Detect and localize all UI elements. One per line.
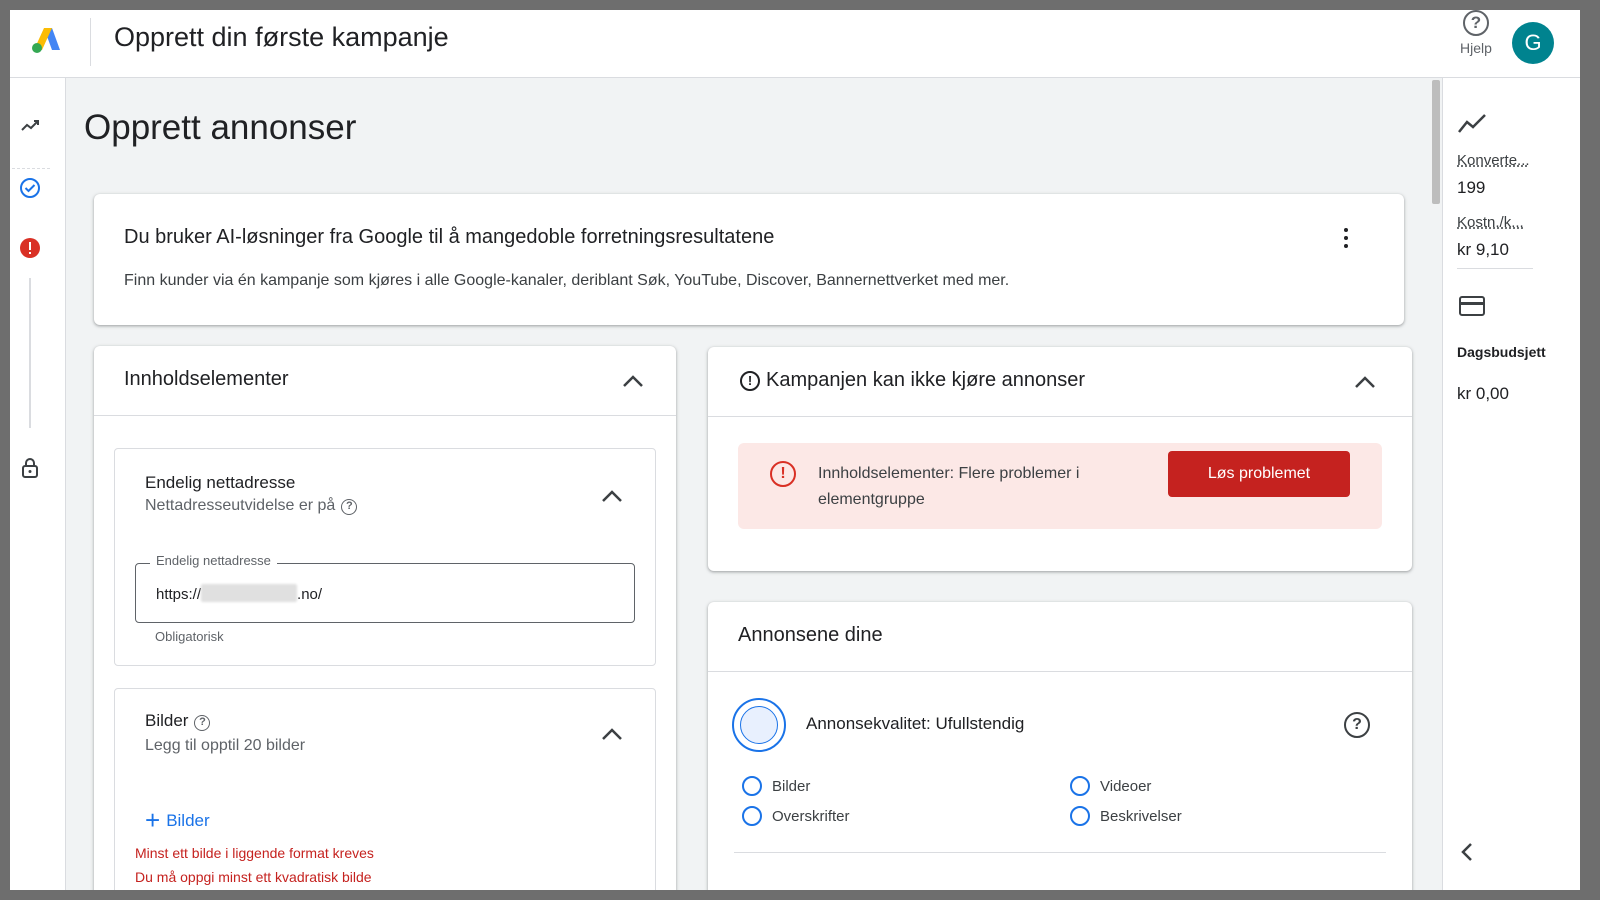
image-error-square: Du må oppgi minst ett kvadratisk bilde xyxy=(135,869,372,885)
trend-line-icon xyxy=(1458,114,1486,133)
images-subtitle: Legg til opptil 20 bilder xyxy=(145,737,306,754)
top-bar: Opprett din første kampanje ? Hjelp G xyxy=(10,10,1580,78)
main-scrollbar[interactable] xyxy=(1430,78,1442,890)
chevron-up-icon[interactable] xyxy=(1354,375,1376,389)
check-circle-icon[interactable] xyxy=(18,176,42,200)
main-content: Opprett annonser Du bruker AI-løsninger … xyxy=(66,78,1430,890)
daily-budget-value: kr 0,00 xyxy=(1457,384,1509,403)
trend-icon[interactable] xyxy=(18,114,42,138)
error-circle-icon: ! xyxy=(770,461,796,487)
header-divider xyxy=(90,18,91,66)
empty-circle-icon xyxy=(1070,776,1090,796)
rail-connector xyxy=(29,278,31,428)
fix-problem-button[interactable]: Løs problemet xyxy=(1168,451,1350,497)
images-title: Bilder? xyxy=(145,711,211,731)
ads-title: Annonsene dine xyxy=(738,624,883,646)
content-elements-card: Innholdselementer Endelig nettadresse Ne… xyxy=(94,346,676,890)
cost-per-conversion-label[interactable]: Kostn./k... xyxy=(1457,214,1524,231)
ai-info-banner: Du bruker AI-løsninger fra Google til å … xyxy=(94,194,1404,325)
image-error-landscape: Minst ett bilde i liggende format kreves xyxy=(135,845,374,861)
final-url-subtitle: Nettadresseutvidelse er på? xyxy=(145,497,358,515)
daily-budget-label: Dagsbudsjett xyxy=(1457,344,1546,360)
content-elements-header[interactable]: Innholdselementer xyxy=(94,346,676,416)
conversions-label[interactable]: Konverte... xyxy=(1457,152,1530,169)
alert-circle-icon: ! xyxy=(740,371,760,391)
empty-circle-icon xyxy=(742,806,762,826)
google-ads-logo[interactable] xyxy=(30,26,62,54)
ad-quality-label: Annonsekvalitet: Ufullstendig xyxy=(806,714,1025,733)
checklist-item-videos: Videoer xyxy=(1070,776,1151,796)
chevron-left-icon[interactable] xyxy=(1459,842,1475,862)
warning-title: ! Kampanjen kan ikke kjøre annonser xyxy=(740,369,1085,392)
error-icon[interactable] xyxy=(18,236,42,260)
required-helper-text: Obligatorisk xyxy=(155,629,224,644)
banner-title: Du bruker AI-løsninger fra Google til å … xyxy=(124,226,775,248)
redacted-domain xyxy=(201,584,298,602)
conversions-value: 199 xyxy=(1457,178,1486,197)
credit-card-icon xyxy=(1459,296,1485,316)
images-section: Bilder? Legg til opptil 20 bilder + Bilde… xyxy=(114,688,656,890)
page-title: Opprett annonser xyxy=(84,108,357,147)
scrollbar-thumb[interactable] xyxy=(1432,80,1440,204)
help-button[interactable]: ? Hjelp xyxy=(1448,10,1504,56)
panel-divider xyxy=(1457,268,1533,269)
cost-per-conversion-value: kr 9,10 xyxy=(1457,240,1509,259)
final-url-input[interactable]: Endelig nettadresse https://.no/ xyxy=(135,553,635,623)
warning-header[interactable]: ! Kampanjen kan ikke kjøre annonser xyxy=(708,347,1412,417)
ads-divider xyxy=(734,852,1386,853)
add-images-button[interactable]: + Bilder xyxy=(145,805,210,836)
plus-icon: + xyxy=(145,805,161,835)
help-circle-icon[interactable]: ? xyxy=(341,499,358,515)
campaign-warning-card: ! Kampanjen kan ikke kjøre annonser ! Inn… xyxy=(708,347,1412,571)
final-url-value[interactable]: https://.no/ xyxy=(156,584,322,603)
final-url-field-label: Endelig nettadresse xyxy=(150,553,277,568)
ad-quality-indicator xyxy=(732,698,786,752)
app-window: Opprett din første kampanje ? Hjelp G Op… xyxy=(10,10,1580,890)
content-elements-title: Innholdselementer xyxy=(124,368,289,390)
campaign-title: Opprett din første kampanje xyxy=(114,22,449,52)
help-circle-icon[interactable]: ? xyxy=(194,715,211,731)
alert-message: Innholdselementer: Flere problemer i ele… xyxy=(818,465,1080,508)
empty-circle-icon xyxy=(1070,806,1090,826)
banner-description: Finn kunder via én kampanje som kjøres i… xyxy=(124,272,1010,289)
your-ads-card: Annonsene dine Annonsekvalitet: Ufullste… xyxy=(708,602,1412,890)
error-alert: ! Innholdselementer: Flere problemer i e… xyxy=(738,443,1382,529)
rail-divider xyxy=(12,168,50,169)
chevron-up-icon[interactable] xyxy=(601,727,623,741)
chevron-up-icon[interactable] xyxy=(601,489,623,503)
final-url-title: Endelig nettadresse xyxy=(145,473,296,492)
checklist-item-headlines: Overskrifter xyxy=(742,806,850,826)
checklist-item-descriptions: Beskrivelser xyxy=(1070,806,1182,826)
more-options-icon[interactable] xyxy=(1342,228,1350,252)
help-label: Hjelp xyxy=(1460,40,1492,56)
chevron-up-icon[interactable] xyxy=(622,374,644,388)
help-icon: ? xyxy=(1463,10,1489,36)
left-progress-rail xyxy=(10,78,66,890)
lock-icon[interactable] xyxy=(18,456,42,480)
empty-circle-icon xyxy=(742,776,762,796)
ads-header: Annonsene dine xyxy=(708,602,1412,672)
final-url-section: Endelig nettadresse Nettadresseutvidelse… xyxy=(114,448,656,666)
checklist-item-images: Bilder xyxy=(742,776,810,796)
right-summary-panel: Konverte... 199 Kostn./k... kr 9,10 Dags… xyxy=(1442,78,1580,890)
help-circle-icon[interactable]: ? xyxy=(1344,712,1370,738)
account-avatar[interactable]: G xyxy=(1512,22,1554,64)
